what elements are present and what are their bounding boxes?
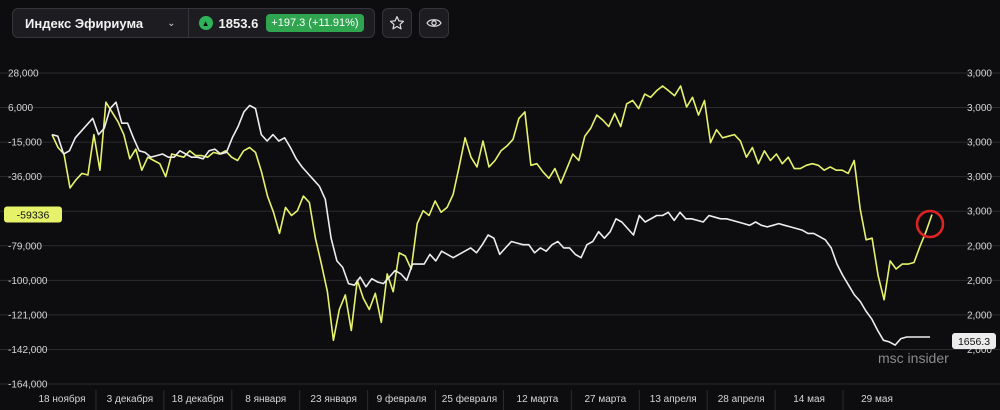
right-axis-tick: 2,000 xyxy=(967,310,992,321)
watermark: msc insider xyxy=(878,350,949,366)
right-axis-tick: 3,000 xyxy=(967,172,992,183)
highlight-circle xyxy=(915,209,945,239)
x-axis-tick: 18 ноября xyxy=(39,393,86,405)
x-axis-tick: 8 января xyxy=(245,394,286,405)
x-axis-tick: 27 марта xyxy=(584,394,626,405)
series-line-white xyxy=(51,101,930,346)
x-axis-tick: 12 марта xyxy=(517,394,559,405)
series-line-yellow xyxy=(51,85,933,342)
left-axis-tick: -164,000 xyxy=(8,380,48,391)
left-axis-tick: -121,000 xyxy=(8,310,48,321)
x-axis-tick: 23 января xyxy=(310,394,356,405)
x-axis-tick: 3 декабря xyxy=(107,393,153,405)
x-axis-tick: 18 декабря xyxy=(172,393,224,405)
right-axis-tick: 2,000 xyxy=(967,276,992,287)
x-axis-tick: 25 февраля xyxy=(442,393,497,405)
right-axis-tick: 3,000 xyxy=(967,69,992,80)
svg-text:1656.3: 1656.3 xyxy=(958,336,990,348)
right-axis-tick: 2,000 xyxy=(967,241,992,252)
left-axis-tick: -100,000 xyxy=(8,276,48,287)
left-axis-tick: -36,000 xyxy=(8,172,42,183)
left-axis-tick: -79,000 xyxy=(8,241,42,252)
right-axis-tick: 3,000 xyxy=(967,138,992,149)
x-axis-tick: 13 апреля xyxy=(650,394,697,405)
left-axis-tick: -15,000 xyxy=(8,138,42,149)
left-axis-tick: -142,000 xyxy=(8,345,48,356)
x-axis-tick: 28 апреля xyxy=(718,394,765,405)
chart: 28,0006,000-15,000-36,000-57,000-79,000-… xyxy=(0,69,1000,410)
left-axis-tick: 28,000 xyxy=(8,69,39,80)
last-value-tag-left: -59336 xyxy=(4,206,62,223)
last-value-tag-right: 1656.3 xyxy=(952,333,996,349)
x-axis-tick: 29 мая xyxy=(861,394,893,405)
left-axis-tick: 6,000 xyxy=(8,103,33,114)
x-axis-tick: 9 февраля xyxy=(377,393,427,405)
right-axis-tick: 3,000 xyxy=(967,207,992,218)
right-axis-tick: 3,000 xyxy=(967,103,992,114)
svg-text:-59336: -59336 xyxy=(17,209,50,221)
x-axis-tick: 14 мая xyxy=(793,394,825,405)
